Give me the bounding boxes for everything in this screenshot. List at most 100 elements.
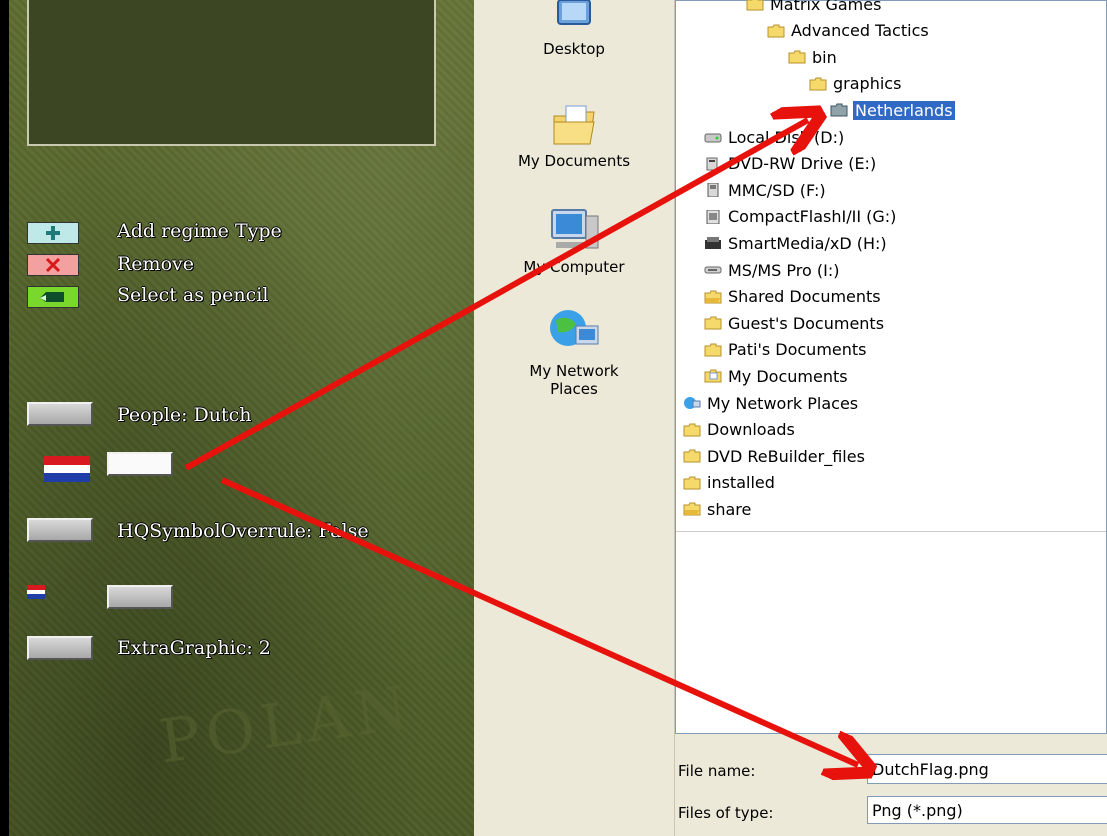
remove-button[interactable] <box>27 254 79 276</box>
tree-item-label: Shared Documents <box>728 287 881 307</box>
tree-item-label: DVD-RW Drive (E:) <box>728 154 877 174</box>
tree-item[interactable]: Guest's Documents <box>703 310 885 336</box>
tree-item[interactable]: bin <box>787 44 838 70</box>
folder-icon <box>682 474 702 492</box>
tree-item-label: MMC/SD (F:) <box>728 180 826 200</box>
tree-item-label: DVD ReBuilder_files <box>707 446 865 466</box>
network-places-icon <box>682 394 702 412</box>
hq-symbol-label: HQSymbolOverrule: False <box>117 520 369 542</box>
folder-icon <box>682 447 702 465</box>
file-name-label: File name: <box>678 762 756 780</box>
place-my-network-places[interactable]: My Network Places <box>474 306 674 398</box>
tree-item-label: Local Disk (D:) <box>728 127 845 147</box>
dvd-drive-icon <box>703 155 723 173</box>
select-pencil-button[interactable] <box>27 286 79 308</box>
extra-graphic-button[interactable] <box>27 636 93 660</box>
pencil-icon <box>40 292 64 302</box>
flag-stripe-white <box>44 464 90 474</box>
tree-item-label: SmartMedia/xD (H:) <box>728 233 887 253</box>
tree-item-label: Pati's Documents <box>728 340 867 360</box>
list-divider <box>676 531 1106 532</box>
hq-symbol-button[interactable] <box>27 518 93 542</box>
file-type-select[interactable]: Png (*.png) <box>867 796 1107 824</box>
people-label: People: Dutch <box>117 404 252 426</box>
flag-graphic-button[interactable] <box>107 452 173 476</box>
tree-item-label: Guest's Documents <box>728 313 885 333</box>
sd-card-icon <box>703 181 723 199</box>
people-button[interactable] <box>27 402 93 426</box>
tree-item-label: installed <box>707 473 775 493</box>
tree-item[interactable]: SmartMedia/xD (H:) <box>703 230 888 256</box>
dutch-flag-small <box>27 585 45 600</box>
desktop-icon <box>557 0 591 25</box>
tree-item[interactable]: Netherlands <box>829 97 956 123</box>
documents-folder-icon <box>703 367 723 385</box>
add-regime-label[interactable]: Add regime Type <box>117 220 282 242</box>
tree-item-label: MS/MS Pro (I:) <box>728 260 840 280</box>
tree-item[interactable]: Local Disk (D:) <box>703 124 845 150</box>
remove-label[interactable]: Remove <box>117 253 194 275</box>
game-editor-panel: POLAN Add regime Type Remove Select as p… <box>9 0 474 836</box>
places-bar: Desktop My Documents My Computer My Netw… <box>474 0 675 836</box>
tree-item[interactable]: Pati's Documents <box>703 337 868 363</box>
place-my-computer[interactable]: My Computer <box>474 208 674 276</box>
folder-icon <box>766 22 786 40</box>
folder-icon <box>808 75 828 93</box>
tree-item[interactable]: Matrix Games <box>745 0 882 17</box>
background-watermark-text: POLAN <box>155 672 418 778</box>
folder-icon <box>745 0 765 13</box>
folder-icon <box>703 314 723 332</box>
tree-item[interactable]: My Documents <box>703 363 849 389</box>
flag-stripe-red <box>44 456 90 465</box>
folder-icon <box>703 341 723 359</box>
smartmedia-icon <box>703 234 723 252</box>
small-flag-graphic-button[interactable] <box>107 585 173 609</box>
tree-item-label: CompactFlashI/II (G:) <box>728 207 897 227</box>
tree-item[interactable]: DVD-RW Drive (E:) <box>703 151 877 177</box>
tree-item-label: Downloads <box>707 420 795 440</box>
tree-item[interactable]: share <box>682 496 752 522</box>
tree-item[interactable]: Advanced Tactics <box>766 18 930 44</box>
compactflash-icon <box>703 208 723 226</box>
folder-tree-list: Matrix Games Advanced Tactics bin graphics N… <box>675 0 1107 734</box>
flag-stripe-blue <box>44 473 90 483</box>
file-name-input[interactable]: DutchFlag.png <box>867 754 1107 784</box>
tree-item-label: bin <box>812 47 837 67</box>
tree-item[interactable]: MMC/SD (F:) <box>703 177 827 203</box>
file-type-label: Files of type: <box>678 804 774 822</box>
tree-item-label: share <box>707 499 752 519</box>
graphic-preview-box <box>27 0 436 146</box>
add-regime-button[interactable] <box>27 222 79 244</box>
my-computer-icon <box>551 209 599 249</box>
tree-item-label: Advanced Tactics <box>791 21 929 41</box>
tree-item[interactable]: installed <box>682 470 776 496</box>
shared-folder-icon <box>682 500 702 518</box>
folder-icon <box>787 48 807 66</box>
flag-stripe-blue <box>27 594 45 600</box>
tree-item[interactable]: MS/MS Pro (I:) <box>703 257 840 283</box>
plus-icon <box>46 226 60 240</box>
open-file-dialog: Desktop My Documents My Computer My Netw… <box>474 0 1107 836</box>
tree-item-label: My Documents <box>728 366 848 386</box>
hard-disk-icon <box>703 128 723 146</box>
tree-item[interactable]: CompactFlashI/II (G:) <box>703 204 897 230</box>
tree-item[interactable]: Shared Documents <box>703 284 882 310</box>
tree-item-label: My Network Places <box>707 393 859 413</box>
x-icon <box>45 257 61 273</box>
place-desktop[interactable]: Desktop <box>474 0 674 58</box>
dutch-flag-large <box>44 456 90 483</box>
extra-graphic-label: ExtraGraphic: 2 <box>117 637 271 659</box>
tree-item-label: graphics <box>833 74 902 94</box>
tree-item-label: Matrix Games <box>770 0 882 14</box>
tree-item[interactable]: DVD ReBuilder_files <box>682 443 866 469</box>
my-documents-icon <box>553 105 595 145</box>
tree-item-label: Netherlands <box>852 99 956 121</box>
folder-icon <box>682 421 702 439</box>
my-network-places-icon <box>550 310 599 346</box>
select-pencil-label[interactable]: Select as pencil <box>117 284 268 306</box>
tree-item[interactable]: graphics <box>808 71 902 97</box>
tree-item[interactable]: Downloads <box>682 417 796 443</box>
tree-item[interactable]: My Network Places <box>682 390 859 416</box>
place-my-documents[interactable]: My Documents <box>474 104 674 170</box>
folder-open-icon <box>829 101 849 119</box>
